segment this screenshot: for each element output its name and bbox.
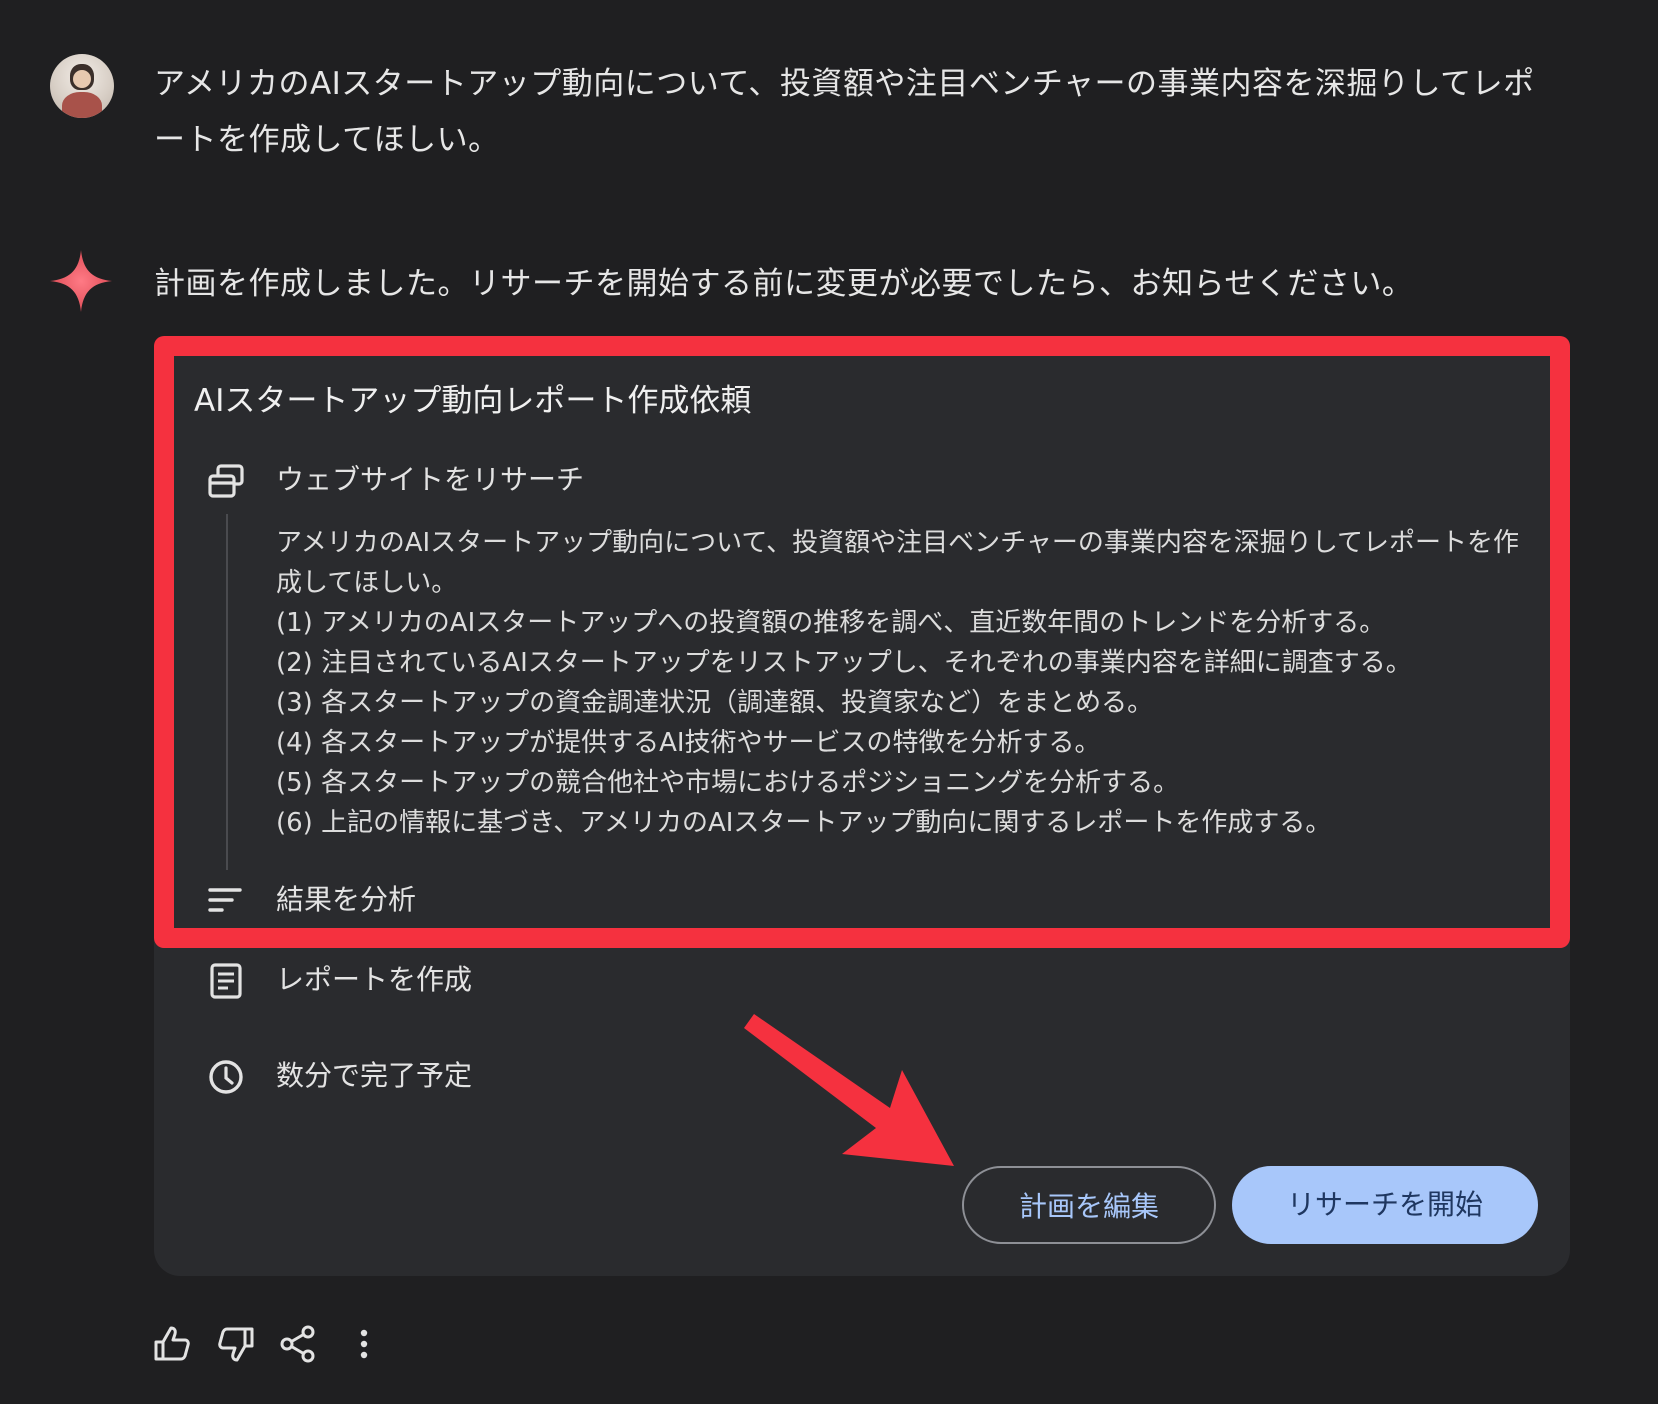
plan-item-3: (3) 各スタートアップの資金調達状況（調達額、投資家など）をまとめる。 [276,688,1154,718]
plan-title: AIスタートアップ動向レポート作成依頼 [194,383,752,419]
avatar-body [62,92,102,118]
step-web-research-label: ウェブサイトをリサーチ [276,463,585,496]
thumbs-up-icon[interactable] [152,1324,192,1364]
plan-item-1: (1) アメリカのAIスタートアップへの投資額の推移を調べ、直近数年間のトレンド… [276,608,1386,638]
gemini-spark-icon [50,250,112,312]
plan-item-6: (6) 上記の情報に基づき、アメリカのAIスタートアップ動向に関するレポートを作… [276,808,1332,838]
step-report-label: レポートを作成 [276,963,473,996]
plan-intro: アメリカのAIスタートアップ動向について、投資額や注目ベンチャーの事業内容を深掘… [276,528,1520,598]
user-prompt-line-1: アメリカのAIスタートアップ動向について、投資額や注目ベンチャーの事業内容を深掘… [154,66,1535,102]
step-analyze-label: 結果を分析 [276,883,417,916]
thumbs-down-icon[interactable] [216,1324,256,1364]
clock-icon [209,1060,243,1094]
start-research-button[interactable]: リサーチを開始 [1232,1166,1538,1244]
analyze-icon [208,888,242,912]
avatar-face [73,70,91,88]
plan-item-5: (5) 各スタートアップの競合他社や市場におけるポジショニングを分析する。 [276,768,1180,798]
plan-item-4: (4) 各スタートアップが提供するAI技術やサービスの特徴を分析する。 [276,728,1101,758]
assistant-reply: 計画を作成しました。リサーチを開始する前に変更が必要でしたら、お知らせください。 [154,266,1414,302]
plan-details: アメリカのAIスタートアップ動向について、投資額や注目ベンチャーの事業内容を深掘… [276,523,1538,843]
user-prompt: アメリカのAIスタートアップ動向について、投資額や注目ベンチャーの事業内容を深掘… [154,56,1554,168]
annotation-arrow-icon [744,1014,954,1166]
step-timeline [226,514,228,870]
report-icon [210,963,242,999]
edit-plan-button[interactable]: 計画を編集 [962,1166,1216,1244]
eta-label: 数分で完了予定 [276,1059,473,1092]
user-prompt-line-2: ートを作成してほしい。 [154,122,500,158]
share-icon[interactable] [278,1324,318,1364]
more-vert-icon[interactable] [344,1324,384,1364]
user-avatar [50,54,114,118]
web-search-icon [208,464,244,498]
plan-item-2: (2) 注目されているAIスタートアップをリストアップし、それぞれの事業内容を詳… [276,648,1412,678]
